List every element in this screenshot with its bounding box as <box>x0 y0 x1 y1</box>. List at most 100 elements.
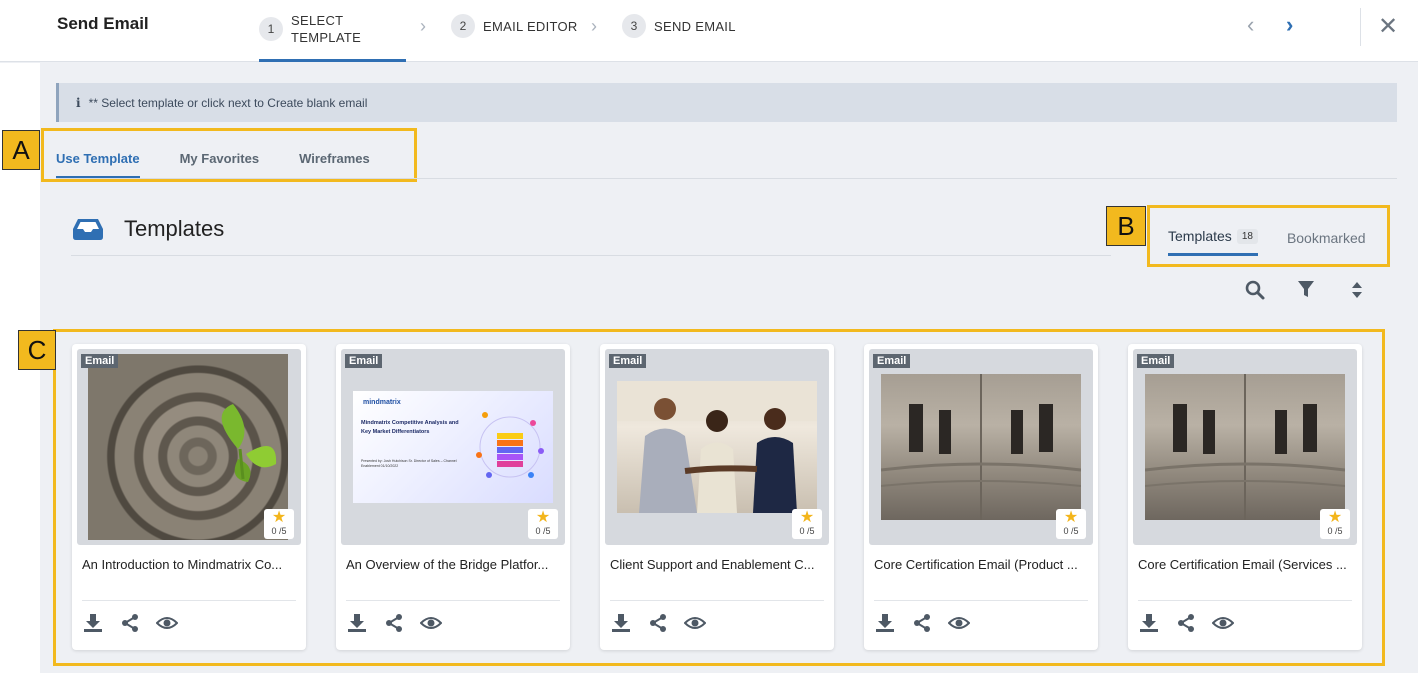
rating-badge: ★ 0 /5 <box>1320 509 1350 539</box>
tabs-divider <box>56 178 1397 179</box>
card-title[interactable]: An Overview of the Bridge Platfor... <box>346 557 560 572</box>
template-source-tabs: Use Template My Favorites Wireframes <box>56 143 410 179</box>
slide-heading: Mindmatrix Competitive Analysis and Key … <box>361 420 459 435</box>
tab-my-favorites[interactable]: My Favorites <box>180 143 259 179</box>
card-divider <box>346 600 560 601</box>
step-label: SEND EMAIL <box>654 18 736 34</box>
callout-label-b: B <box>1106 206 1146 246</box>
callout-label-a: A <box>2 130 40 170</box>
star-icon: ★ <box>1327 509 1343 526</box>
preview-eye-icon[interactable] <box>948 612 970 634</box>
step-label: SELECT TEMPLATE <box>291 12 361 46</box>
tab-bookmarked[interactable]: Bookmarked <box>1287 222 1366 256</box>
presentation-slide-image: mindmatrix Mindmatrix Competitive Analys… <box>353 391 553 503</box>
rating-badge: ★ 0 /5 <box>264 509 294 539</box>
card-divider <box>874 600 1088 601</box>
next-step-icon[interactable]: › <box>1286 12 1293 38</box>
step-number: 1 <box>259 16 283 41</box>
page-title: Send Email <box>57 14 149 33</box>
sort-icon[interactable] <box>1346 279 1368 301</box>
building-illustration <box>1144 374 1346 520</box>
wizard-header: Send Email 1 SELECT TEMPLATE › 2 EMAIL E… <box>0 0 1418 62</box>
tree-stump-image <box>88 354 288 540</box>
download-icon[interactable] <box>610 612 632 634</box>
card-title[interactable]: Client Support and Enablement C... <box>610 557 824 572</box>
tab-wireframes[interactable]: Wireframes <box>299 143 370 179</box>
card-divider <box>610 600 824 601</box>
previous-step-icon[interactable]: ‹ <box>1247 12 1254 38</box>
template-card[interactable]: Email ★ 0 /5 Core Certification Email (S… <box>1128 344 1362 650</box>
preview-eye-icon[interactable] <box>1212 612 1234 634</box>
star-icon: ★ <box>1063 509 1079 526</box>
download-icon[interactable] <box>874 612 896 634</box>
template-card[interactable]: Email ★ 0 /5 Core Certification Email (P… <box>864 344 1098 650</box>
card-divider <box>82 600 296 601</box>
step-label-line2: TEMPLATE <box>291 29 362 45</box>
share-icon[interactable] <box>911 612 933 634</box>
template-thumbnail[interactable]: Email ★ 0 /5 <box>77 349 301 545</box>
building-corner-photo <box>1144 374 1346 520</box>
star-icon: ★ <box>271 509 287 526</box>
template-thumbnail[interactable]: Email ★ 0 /5 <box>605 349 829 545</box>
download-icon[interactable] <box>82 612 104 634</box>
share-icon[interactable] <box>647 612 669 634</box>
tab-templates[interactable]: Templates 18 <box>1168 222 1258 256</box>
download-icon[interactable] <box>1138 612 1160 634</box>
template-card[interactable]: Email ★ 0 /5 An Introduction to Mindmatr… <box>72 344 306 650</box>
step-select-template[interactable]: 1 SELECT TEMPLATE <box>259 0 406 62</box>
step-number: 3 <box>622 14 646 38</box>
template-thumbnail[interactable]: Email mindmatrix Mindmatrix Competitive … <box>341 349 565 545</box>
search-icon[interactable] <box>1244 279 1266 301</box>
rating-badge: ★ 0 /5 <box>528 509 558 539</box>
card-divider <box>1138 600 1352 601</box>
template-card[interactable]: Email mindmatrix Mindmatrix Competitive … <box>336 344 570 650</box>
step-label: EMAIL EDITOR <box>483 18 578 34</box>
type-badge: Email <box>873 354 911 368</box>
card-title[interactable]: Core Certification Email (Services ... <box>1138 557 1352 572</box>
slide-brand: mindmatrix <box>363 399 401 406</box>
filter-icon[interactable] <box>1295 279 1317 301</box>
star-icon: ★ <box>535 509 551 526</box>
step-send-email[interactable]: 3 SEND EMAIL <box>622 0 736 52</box>
layered-stack-graphic <box>476 412 544 478</box>
template-filter-tabs: Templates 18 Bookmarked <box>1168 222 1366 256</box>
rating-value: 0 /5 <box>1063 526 1079 536</box>
rating-badge: ★ 0 /5 <box>1056 509 1086 539</box>
preview-eye-icon[interactable] <box>156 612 178 634</box>
tab-use-template[interactable]: Use Template <box>56 143 140 179</box>
type-badge: Email <box>345 354 383 368</box>
chevron-right-icon: › <box>420 16 426 36</box>
share-icon[interactable] <box>383 612 405 634</box>
template-thumbnail[interactable]: Email ★ 0 /5 <box>869 349 1093 545</box>
slide-presenter: Presented by: Josh Hutchison Sr. Directo… <box>361 459 457 468</box>
handshake-photo <box>617 381 817 513</box>
building-illustration <box>880 374 1082 520</box>
rating-value: 0 /5 <box>535 526 551 536</box>
template-thumbnail[interactable]: Email ★ 0 /5 <box>1133 349 1357 545</box>
star-icon: ★ <box>799 509 815 526</box>
rating-value: 0 /5 <box>271 526 287 536</box>
preview-eye-icon[interactable] <box>420 612 442 634</box>
templates-count-badge: 18 <box>1236 228 1258 244</box>
rating-badge: ★ 0 /5 <box>792 509 822 539</box>
info-banner: i ** Select template or click next to Cr… <box>56 83 1397 122</box>
sprout-icon <box>221 404 277 482</box>
download-icon[interactable] <box>346 612 368 634</box>
step-email-editor[interactable]: 2 EMAIL EDITOR <box>451 0 578 52</box>
preview-eye-icon[interactable] <box>684 612 706 634</box>
card-title[interactable]: An Introduction to Mindmatrix Co... <box>82 557 296 572</box>
close-icon[interactable]: ✕ <box>1378 12 1398 41</box>
type-badge: Email <box>609 354 647 368</box>
callout-label-c: C <box>18 330 56 370</box>
share-icon[interactable] <box>1175 612 1197 634</box>
share-icon[interactable] <box>119 612 141 634</box>
people-illustration <box>617 381 817 513</box>
card-title[interactable]: Core Certification Email (Product ... <box>874 557 1088 572</box>
info-icon: i <box>76 95 81 110</box>
template-card[interactable]: Email ★ 0 /5 Client Support and Enableme… <box>600 344 834 650</box>
section-divider <box>71 255 1111 256</box>
header-divider <box>1360 8 1361 46</box>
type-badge: Email <box>81 354 119 368</box>
inbox-tray-icon <box>73 219 103 240</box>
rating-value: 0 /5 <box>799 526 815 536</box>
